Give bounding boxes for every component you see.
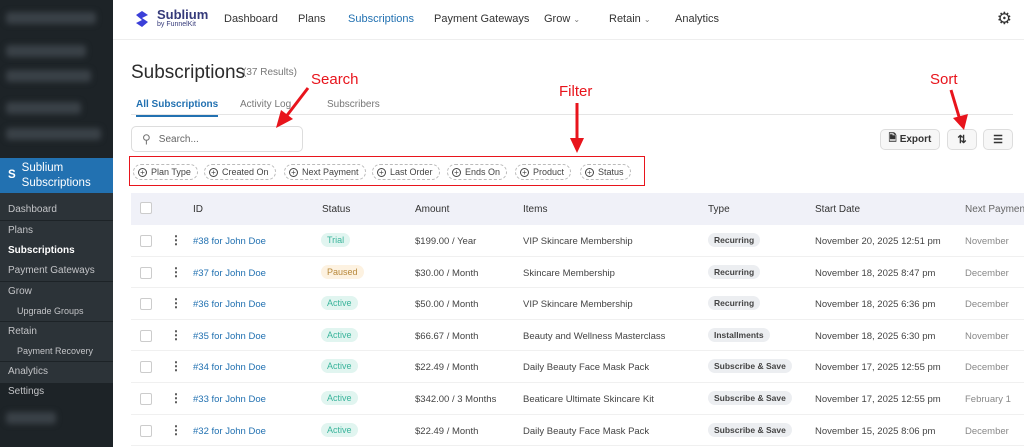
search-arrow [276, 87, 310, 128]
filter-annotation: Filter [559, 83, 593, 100]
filter-arrow [570, 103, 584, 153]
search-annotation: Search [311, 71, 359, 88]
sort-annotation: Sort [930, 71, 958, 88]
annotation-arrows [276, 87, 968, 153]
sort-arrow [949, 89, 968, 130]
